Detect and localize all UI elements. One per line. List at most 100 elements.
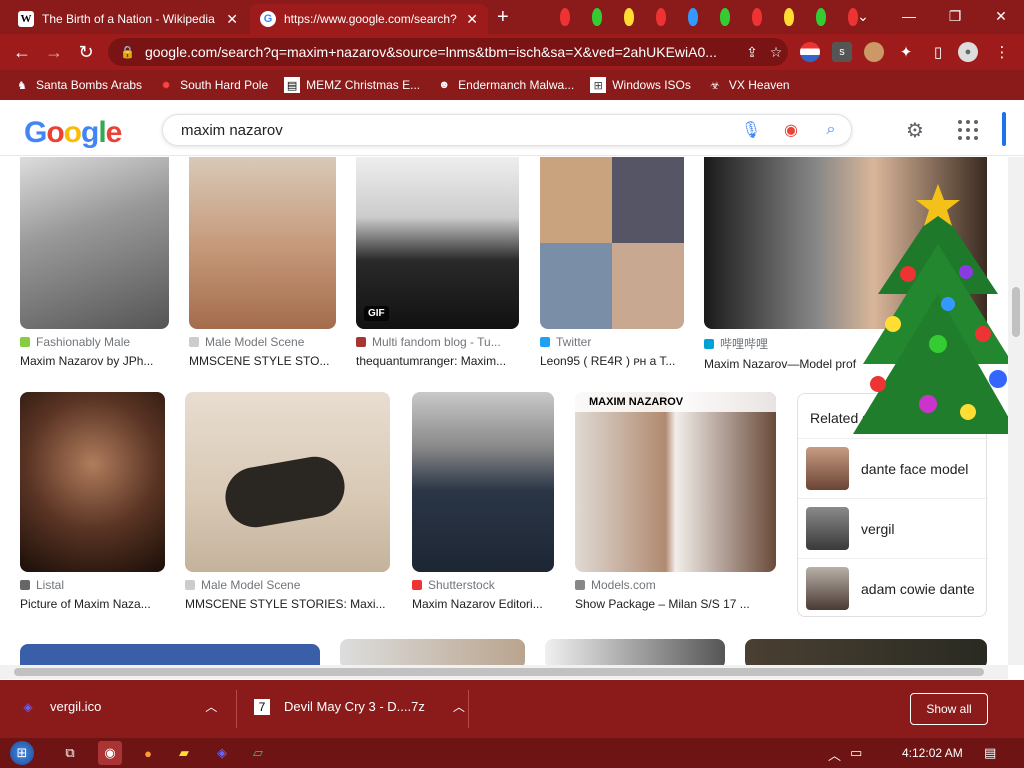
result-source[interactable]: Fashionably Male (20, 335, 169, 349)
result-source[interactable]: Male Model Scene (185, 578, 390, 592)
chevron-down-icon[interactable]: ⌄ (840, 0, 886, 32)
result-caption[interactable]: Maxim Nazarov Editori... (412, 597, 554, 611)
related-item-adam-cowie-dante[interactable]: adam cowie dante (798, 558, 988, 618)
bookmark-endermanch[interactable]: ☻ Endermanch Malwa... (436, 77, 574, 93)
result-caption[interactable]: MMSCENE STYLE STORIES: Maxi... (185, 597, 390, 611)
gif-badge: GIF (364, 306, 389, 321)
extension-avatar-icon[interactable] (864, 42, 884, 62)
folder-taskbar-icon[interactable]: ▰ (172, 741, 196, 765)
task-view-icon[interactable]: ⧉ (58, 741, 82, 765)
download-item-vergil-ico[interactable]: ◈ vergil.ico ︿ (20, 698, 217, 715)
result-caption[interactable]: Maxim Nazarov by JPh... (20, 354, 169, 368)
vertical-scrollbar[interactable] (1008, 157, 1024, 665)
related-thumbnail (806, 447, 849, 490)
image-result[interactable]: MAXIM NAZAROV Models.com Show Package – … (575, 392, 776, 611)
search-input[interactable] (181, 121, 731, 139)
clock[interactable]: 4:12:02 AM (902, 746, 963, 760)
image-result[interactable]: Listal Picture of Maxim Naza... (20, 392, 165, 611)
minimize-icon[interactable]: — (886, 0, 932, 32)
camera-lens-icon[interactable]: ◉ (771, 116, 811, 144)
result-thumbnail[interactable] (189, 157, 336, 329)
result-thumbnail[interactable] (20, 644, 320, 665)
related-item-vergil[interactable]: vergil (798, 498, 988, 558)
image-result[interactable]: Male Model Scene MMSCENE STYLE STORIES: … (185, 392, 390, 611)
close-icon[interactable]: ✕ (466, 11, 478, 28)
download-item-dmc3-7z[interactable]: 7 Devil May Cry 3 - D....7z ︿ (254, 698, 465, 715)
image-result[interactable]: Fashionably Male Maxim Nazarov by JPh... (20, 157, 169, 368)
result-source[interactable]: Models.com (575, 578, 776, 592)
share-icon[interactable]: ⇪ (740, 44, 764, 61)
profile-icon[interactable]: ● (958, 42, 978, 62)
result-thumbnail[interactable] (545, 639, 725, 665)
close-icon[interactable]: ✕ (226, 11, 238, 28)
bookmark-memz-christmas[interactable]: ▤ MEMZ Christmas E... (284, 77, 420, 93)
result-source[interactable]: Listal (20, 578, 165, 592)
result-thumbnail[interactable] (412, 392, 554, 572)
star-icon[interactable]: ☆ (764, 44, 788, 61)
result-source[interactable]: Multi fandom blog - Tu... (356, 335, 519, 349)
image-result[interactable]: GIF Multi fandom blog - Tu... thequantum… (356, 157, 519, 368)
scrollbar-thumb[interactable] (1012, 287, 1020, 337)
result-thumbnail[interactable] (20, 157, 169, 329)
tray-chevron-up-icon[interactable]: ︿ (828, 745, 841, 764)
reload-icon[interactable]: ↻ (74, 40, 98, 64)
google-logo[interactable]: Google (24, 116, 122, 150)
menu-kebab-icon[interactable]: ⋮ (992, 42, 1012, 62)
start-button[interactable]: ⊞ (10, 741, 34, 765)
back-icon[interactable]: ← (10, 40, 34, 64)
chevron-up-icon[interactable]: ︿ (205, 698, 217, 715)
result-caption[interactable]: Picture of Maxim Naza... (20, 597, 165, 611)
show-all-button[interactable]: Show all (910, 693, 988, 725)
restore-icon[interactable]: ❐ (932, 0, 978, 32)
microphone-icon[interactable]: 🎙 (731, 116, 771, 144)
new-tab-icon[interactable]: + (497, 6, 509, 29)
forward-icon[interactable]: → (42, 40, 66, 64)
related-item-dante-face-model[interactable]: dante face model (798, 438, 988, 498)
chrome-taskbar-icon[interactable]: ◉ (98, 741, 122, 765)
image-result[interactable] (545, 639, 725, 665)
image-result[interactable] (340, 639, 525, 665)
result-source[interactable]: Male Model Scene (189, 335, 336, 349)
puzzle-icon[interactable]: ✦ (896, 42, 916, 62)
image-result[interactable]: Shutterstock Maxim Nazarov Editori... (412, 392, 554, 611)
network-icon[interactable]: ▭ (850, 745, 862, 761)
result-caption[interactable]: thequantumranger: Maxim... (356, 354, 519, 368)
bookmark-windows-isos[interactable]: ⊞ Windows ISOs (590, 77, 691, 93)
image-result[interactable]: Male Model Scene MMSCENE STYLE STO... (189, 157, 336, 368)
result-source[interactable]: Shutterstock (412, 578, 554, 592)
address-bar[interactable]: 🔒 google.com/search?q=maxim+nazarov&sour… (108, 38, 788, 66)
image-result[interactable] (745, 639, 987, 665)
extension-s-icon[interactable]: s (832, 42, 852, 62)
chevron-up-icon[interactable]: ︿ (453, 698, 465, 715)
result-thumbnail[interactable] (540, 157, 684, 329)
result-caption[interactable]: MMSCENE STYLE STO... (189, 354, 336, 368)
google-apps-icon[interactable] (958, 120, 978, 140)
close-window-icon[interactable]: ✕ (978, 0, 1024, 32)
tab-wikipedia[interactable]: W The Birth of a Nation - Wikipedia ✕ (8, 4, 248, 34)
notifications-icon[interactable]: ▤ (984, 745, 996, 761)
app-taskbar-icon[interactable]: ◈ (210, 741, 234, 765)
result-source[interactable]: Twitter (540, 335, 684, 349)
result-thumbnail[interactable]: GIF (356, 157, 519, 329)
image-result[interactable] (20, 644, 320, 665)
result-thumbnail[interactable]: MAXIM NAZAROV (575, 392, 776, 572)
extension-flag-icon[interactable] (800, 42, 820, 62)
notepad-taskbar-icon[interactable]: ▱ (246, 741, 270, 765)
sidepanel-icon[interactable]: ▯ (928, 42, 948, 62)
tab-google-search[interactable]: G https://www.google.com/search? ✕ (250, 4, 488, 34)
result-thumbnail[interactable] (185, 392, 390, 572)
settings-gear-icon[interactable]: ⚙ (906, 118, 924, 143)
result-thumbnail[interactable] (20, 392, 165, 572)
horizontal-scrollbar[interactable] (0, 665, 1008, 679)
scrollbar-thumb[interactable] (14, 668, 984, 676)
result-thumbnail[interactable] (340, 639, 525, 665)
firefox-taskbar-icon[interactable]: ● (136, 741, 160, 765)
result-caption[interactable]: Leon95 ( RE4R ) ᴘʜ a T... (540, 354, 684, 368)
result-caption[interactable]: Show Package – Milan S/S 17 ... (575, 597, 776, 611)
bookmark-south-hard-pole[interactable]: ✹ South Hard Pole (158, 77, 268, 93)
bookmark-santa-bombs-arabs[interactable]: ♞ Santa Bombs Arabs (14, 77, 142, 93)
image-result[interactable]: Twitter Leon95 ( RE4R ) ᴘʜ a T... (540, 157, 684, 368)
search-icon[interactable]: ⌕ (811, 116, 851, 144)
bookmark-vx-heaven[interactable]: ☣ VX Heaven (707, 77, 790, 93)
result-thumbnail[interactable] (745, 639, 987, 665)
